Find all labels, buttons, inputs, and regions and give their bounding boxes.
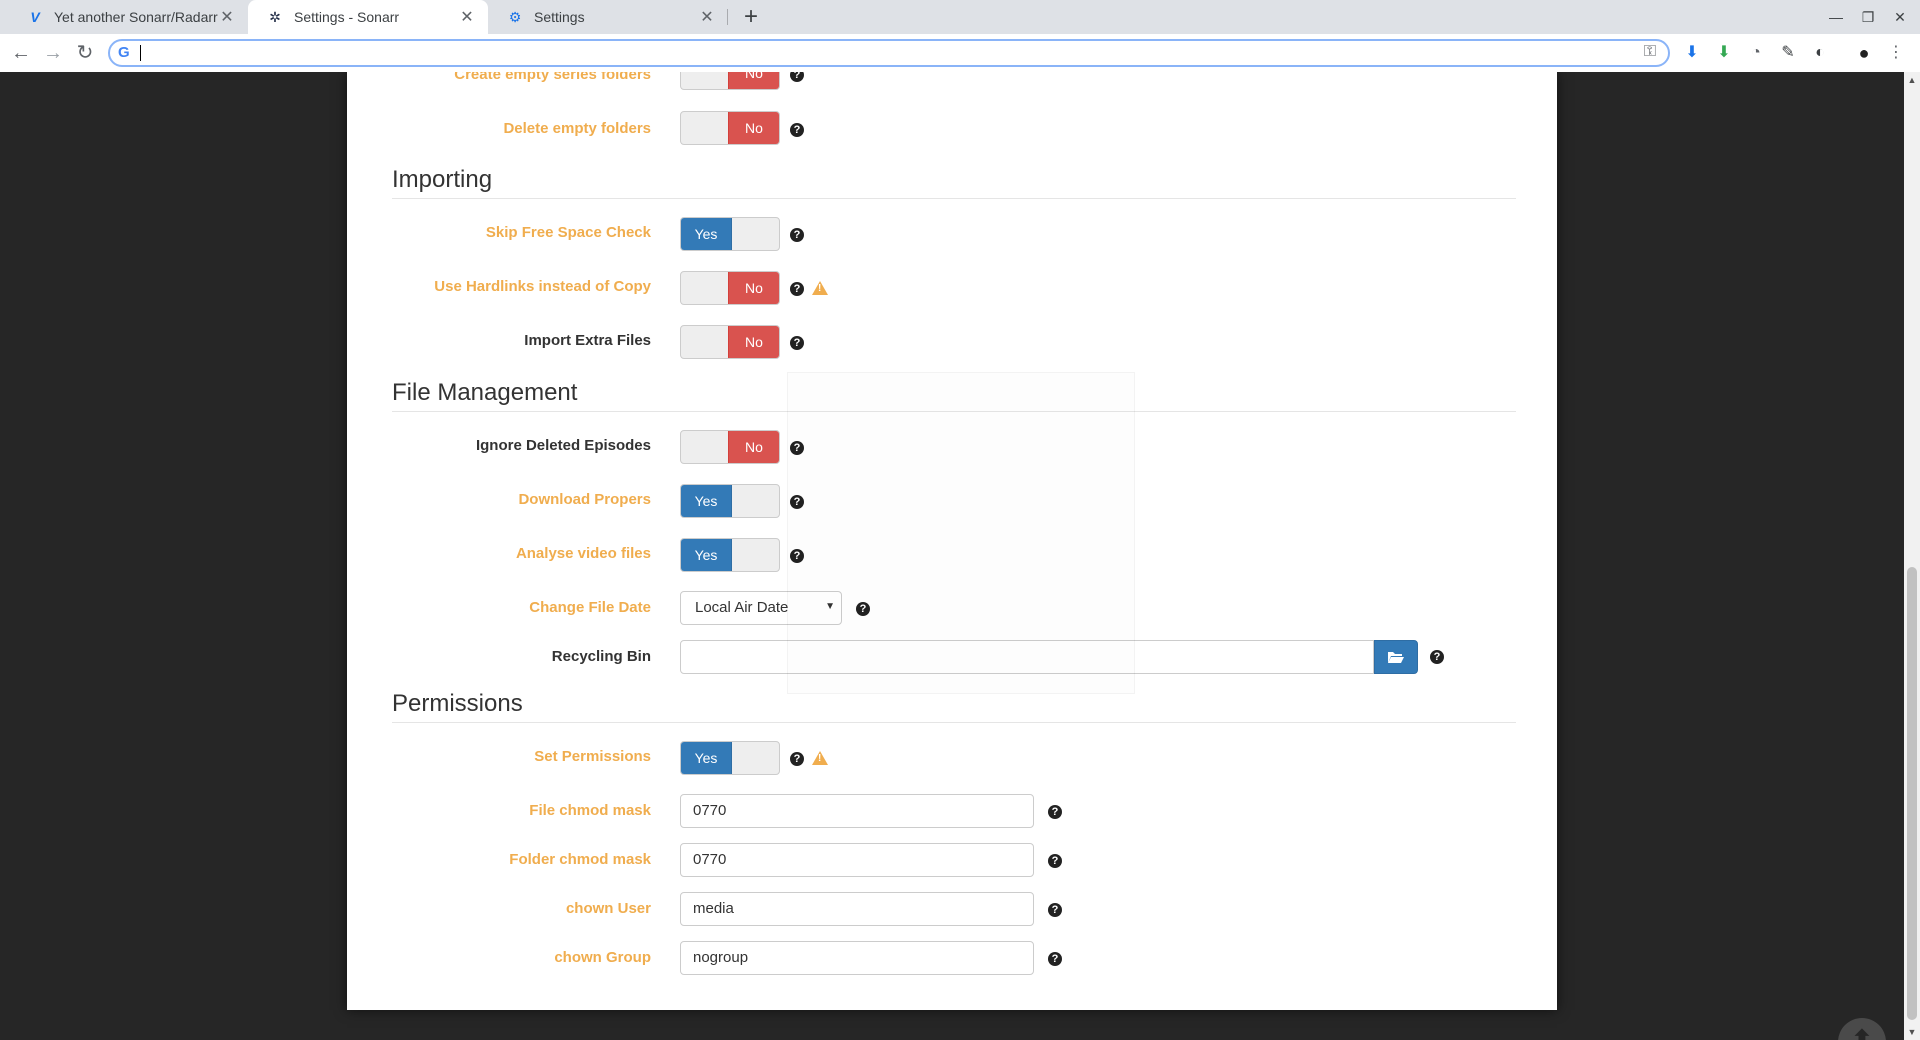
avatar[interactable]: ● [1852, 41, 1876, 65]
reload-icon[interactable]: ↻ [70, 38, 100, 68]
file-chmod-mask-input[interactable]: 0770 [680, 794, 1034, 828]
restore-icon[interactable]: ❐ [1852, 0, 1884, 34]
tab-settings-sonarr[interactable]: ✲ Settings - Sonarr ✕ [248, 0, 488, 34]
chown-user-input[interactable]: media [680, 892, 1034, 926]
page-viewport: Create empty series folders No ? Delete … [0, 72, 1904, 1040]
folder-open-icon [1388, 652, 1404, 663]
gear-icon: ⚙ [508, 8, 522, 25]
page-scrollbar[interactable]: ▲ ▼ [1904, 72, 1920, 1040]
label-folder-chmod-mask: Folder chmod mask [509, 851, 651, 868]
back-icon[interactable]: ← [6, 38, 36, 68]
close-window-icon[interactable]: ✕ [1884, 0, 1916, 34]
tab-title: Settings - Sonarr [294, 9, 400, 25]
label-delete-empty-folders: Delete empty folders [503, 120, 651, 137]
toggle-ignore-deleted-episodes[interactable]: No [680, 430, 780, 464]
address-bar[interactable]: G ⚿ [108, 39, 1670, 67]
warning-icon: ! [812, 751, 828, 765]
toggle-import-extra-files[interactable]: No [680, 325, 780, 359]
label-download-propers: Download Propers [518, 491, 651, 508]
minimize-icon[interactable]: — [1820, 0, 1852, 34]
help-icon[interactable]: ? [790, 282, 804, 296]
toggle-knob: Yes [681, 485, 732, 517]
browse-folder-button[interactable] [1374, 640, 1418, 674]
toggle-analyse-video-files[interactable]: Yes [680, 538, 780, 572]
label-set-permissions: Set Permissions [534, 748, 651, 765]
help-icon[interactable]: ? [1048, 854, 1062, 868]
tab-title: Yet another Sonarr/Radarr pe [54, 9, 218, 25]
warning-icon: ! [812, 281, 828, 295]
toggle-knob: No [728, 326, 779, 358]
label-file-chmod-mask: File chmod mask [529, 802, 651, 819]
close-icon[interactable]: ✕ [698, 7, 716, 27]
text-caret [140, 45, 141, 61]
toggle-create-empty-series-folders[interactable]: No [680, 72, 780, 90]
settings-panel: Create empty series folders No ? Delete … [347, 72, 1557, 1010]
toggle-knob: Yes [681, 539, 732, 571]
toggle-skip-free-space-check[interactable]: Yes [680, 217, 780, 251]
help-icon[interactable]: ? [1048, 805, 1062, 819]
scrollbar-thumb[interactable] [1907, 567, 1917, 1020]
help-icon[interactable]: ? [1048, 952, 1062, 966]
eyedropper-icon[interactable]: ✎ [1776, 41, 1800, 65]
browser-toolbar: ← → ↻ G ⚿ ⬇ ⬇ ◔ ✎ ◐ ● ⋮ [0, 34, 1920, 73]
speedometer-icon[interactable]: ◔ [1744, 41, 1768, 65]
help-icon[interactable]: ? [1048, 903, 1062, 917]
label-use-hardlinks: Use Hardlinks instead of Copy [434, 278, 651, 295]
scroll-up-icon[interactable]: ▲ [1904, 72, 1920, 88]
help-icon[interactable]: ? [1430, 650, 1444, 664]
scroll-down-icon[interactable]: ▼ [1904, 1024, 1920, 1040]
menu-icon[interactable]: ⋮ [1884, 41, 1908, 65]
folder-chmod-mask-input[interactable]: 0770 [680, 843, 1034, 877]
key-icon[interactable]: ⚿ [1644, 43, 1656, 61]
label-analyse-video-files: Analyse video files [515, 545, 651, 562]
tab-separator [727, 9, 728, 25]
label-change-file-date: Change File Date [529, 599, 651, 616]
tab-title: Settings [534, 9, 585, 25]
toggle-delete-empty-folders[interactable]: No [680, 111, 780, 145]
vivaldi-icon: V [30, 9, 40, 25]
label-ignore-deleted-episodes: Ignore Deleted Episodes [475, 437, 651, 454]
sonarr-icon: ✲ [269, 8, 281, 25]
toggle-knob: Yes [681, 218, 732, 250]
label-chown-group: chown Group [554, 949, 651, 966]
tab-settings[interactable]: ⚙ Settings ✕ [488, 0, 728, 34]
toggle-knob: Yes [681, 742, 732, 774]
toggle-knob: No [728, 112, 779, 144]
close-icon[interactable]: ✕ [218, 7, 236, 27]
download-extension-icon[interactable]: ⬇ [1712, 41, 1736, 65]
toggle-knob: No [728, 272, 779, 304]
tab-bar: V Yet another Sonarr/Radarr pe ✕ ✲ Setti… [0, 0, 1920, 34]
help-icon[interactable]: ? [790, 72, 804, 82]
section-permissions: Permissions [392, 690, 1516, 723]
select-value: Local Air Date [695, 599, 789, 616]
help-icon[interactable]: ? [790, 752, 804, 766]
section-importing: Importing [392, 166, 1516, 199]
help-icon[interactable]: ? [790, 123, 804, 137]
toggle-set-permissions[interactable]: Yes [680, 741, 780, 775]
back-to-top-button[interactable]: ⬆ [1838, 1018, 1886, 1040]
label-chown-user: chown User [565, 900, 651, 917]
faded-modal-overlay [787, 372, 1135, 694]
help-icon[interactable]: ? [790, 336, 804, 350]
label-skip-free-space-check: Skip Free Space Check [485, 224, 651, 241]
new-tab-icon[interactable]: + [736, 2, 766, 32]
extension-icon[interactable]: ◐ [1808, 41, 1832, 65]
toggle-use-hardlinks[interactable]: No [680, 271, 780, 305]
download-arrow-icon[interactable]: ⬇ [1680, 41, 1704, 65]
toggle-knob: No [728, 431, 779, 463]
toggle-download-propers[interactable]: Yes [680, 484, 780, 518]
label-recycling-bin: Recycling Bin [551, 648, 651, 665]
help-icon[interactable]: ? [790, 228, 804, 242]
close-icon[interactable]: ✕ [458, 7, 476, 27]
forward-icon[interactable]: → [38, 38, 68, 68]
toggle-knob: No [728, 72, 779, 89]
tab-yet-another[interactable]: V Yet another Sonarr/Radarr pe ✕ [8, 0, 248, 34]
google-icon: G [118, 44, 130, 61]
label-create-empty-series-folders: Create empty series folders [454, 72, 651, 83]
label-import-extra-files: Import Extra Files [524, 332, 651, 349]
chown-group-input[interactable]: nogroup [680, 941, 1034, 975]
